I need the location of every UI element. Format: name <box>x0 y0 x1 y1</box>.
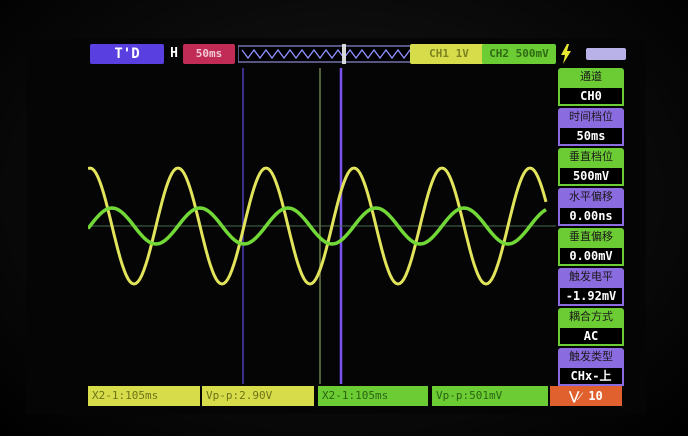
menu-item-title[interactable]: 触发类型 <box>558 348 624 366</box>
menu-item-title[interactable]: 水平偏移 <box>558 188 624 206</box>
menu-item-value[interactable]: 0.00mV <box>558 246 624 266</box>
menu-item-title[interactable]: 触发电平 <box>558 268 624 286</box>
probe-ratio-value: 10 <box>588 389 603 403</box>
menu-item-title[interactable]: 通道 <box>558 68 624 86</box>
menu-item-title[interactable]: 时间档位 <box>558 108 624 126</box>
timebase-value[interactable]: 50ms <box>183 44 235 64</box>
menu-item-value[interactable]: -1.92mV <box>558 286 624 306</box>
trigger-position-indicator[interactable] <box>238 44 428 64</box>
menu-item-title[interactable]: 垂直档位 <box>558 148 624 166</box>
timebase-label: H <box>170 46 178 61</box>
menu-item-value[interactable]: 50ms <box>558 126 624 146</box>
ch1-scale-label[interactable]: CH1 1V <box>410 44 488 64</box>
menu-item-value[interactable]: CHx-上 <box>558 366 624 386</box>
ch1-vpp: Vp-p:2.90V <box>202 386 314 406</box>
battery-icon <box>586 48 626 60</box>
menu-item-value[interactable]: AC <box>558 326 624 346</box>
menu-item-value[interactable]: 500mV <box>558 166 624 186</box>
probe-icon: ⋁⁄ <box>569 389 589 403</box>
probe-ratio-badge[interactable]: ⋁⁄ 10 <box>550 386 622 406</box>
ch2-cursor-delta: X2-1:105ms <box>318 386 428 406</box>
menu-item-value[interactable]: CH0 <box>558 86 624 106</box>
waveform-display[interactable] <box>88 68 556 384</box>
ch2-vpp: Vp-p:501mV <box>432 386 548 406</box>
ch2-scale-label[interactable]: CH2 500mV <box>482 44 556 64</box>
ch1-cursor-delta: X2-1:105ms <box>88 386 200 406</box>
lightning-icon <box>561 44 571 64</box>
trigger-mode-badge[interactable]: T'D <box>90 44 164 64</box>
oscilloscope-screen: T'D H 50ms CH1 1V CH2 500mV 通道 CH0 时间档位 50m… <box>26 38 646 414</box>
menu-item-value[interactable]: 0.00ns <box>558 206 624 226</box>
menu-item-title[interactable]: 垂直偏移 <box>558 228 624 246</box>
menu-item-title[interactable]: 耦合方式 <box>558 308 624 326</box>
